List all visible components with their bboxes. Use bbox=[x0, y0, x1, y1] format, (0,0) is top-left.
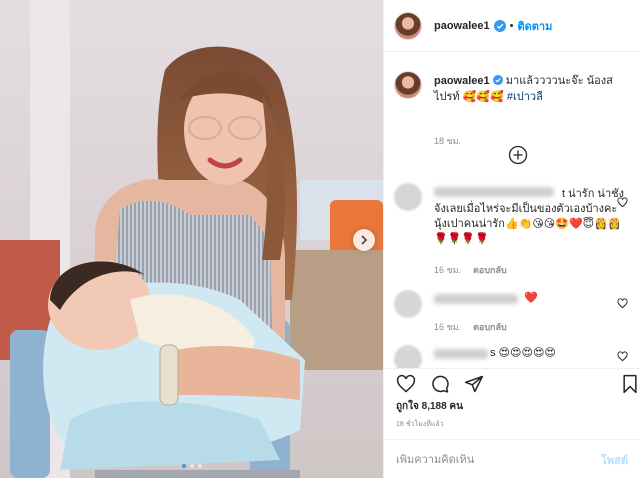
comment-text: ❤️ bbox=[524, 292, 538, 304]
post-sidebar: paowalee1 • ติดตาม paowalee1 มาแล้ววววนะ… bbox=[383, 0, 640, 478]
next-photo-button[interactable] bbox=[353, 229, 375, 251]
post-timestamp[interactable]: 18 ชั่วโมงที่แล้ว bbox=[396, 419, 444, 430]
commenter-avatar[interactable] bbox=[394, 345, 422, 368]
commenter-avatar[interactable] bbox=[394, 290, 422, 318]
comment-icon[interactable] bbox=[430, 374, 450, 394]
chevron-right-icon bbox=[361, 235, 368, 245]
caption-time: 18 ชม. bbox=[434, 136, 462, 146]
post-actions: ถูกใจ 8,188 คน 18 ชั่วโมงที่แล้ว โพสต์ bbox=[384, 368, 640, 478]
post-header: paowalee1 • ติดตาม bbox=[384, 0, 640, 52]
header-separator: • bbox=[509, 19, 514, 32]
action-icons bbox=[396, 374, 484, 394]
comment-time: 16 ชม. bbox=[434, 265, 462, 275]
comments-list[interactable]: paowalee1 มาแล้ววววนะจ๊ะ น้องสไปรท์ 🥰🥰🥰 … bbox=[384, 53, 640, 368]
heart-icon[interactable] bbox=[396, 374, 416, 394]
verified-badge-icon bbox=[493, 19, 506, 32]
post-photo[interactable] bbox=[0, 0, 383, 478]
add-comment-input[interactable] bbox=[396, 453, 601, 466]
comment-text: t น่ารัก น่าชังจังเลยเมื่อไหร่จะมีเป็นขอ… bbox=[434, 188, 624, 245]
caption-hashtag[interactable]: #เปาวลี bbox=[507, 91, 543, 103]
comment-time: 16 ชม. bbox=[434, 322, 462, 332]
verified-badge-icon bbox=[492, 75, 503, 85]
carousel-dot bbox=[181, 464, 186, 468]
add-comment-bar: โพสต์ bbox=[384, 439, 640, 479]
comment-item: ❤️ 16 ชม. ตอบกลับ bbox=[394, 290, 640, 340]
photo-image bbox=[0, 0, 383, 478]
author-avatar[interactable] bbox=[394, 11, 422, 40]
carousel-dot bbox=[189, 464, 194, 468]
comment-meta: 16 ชม. ตอบกลับ bbox=[434, 320, 507, 334]
caption-username[interactable]: paowalee1 bbox=[434, 75, 490, 87]
carousel-indicator bbox=[0, 464, 383, 468]
like-comment-heart-icon[interactable] bbox=[617, 197, 628, 208]
post-comment-button[interactable]: โพสต์ bbox=[601, 451, 628, 469]
follow-button[interactable]: ติดตาม bbox=[518, 17, 553, 35]
likes-count[interactable]: ถูกใจ 8,188 คน bbox=[396, 399, 463, 414]
reply-button[interactable]: ตอบกลับ bbox=[473, 320, 507, 334]
reply-button[interactable]: ตอบกลับ bbox=[473, 263, 507, 277]
save-button[interactable] bbox=[620, 374, 640, 399]
comment-item: t น่ารัก น่าชังจังเลยเมื่อไหร่จะมีเป็นขอ… bbox=[394, 183, 640, 283]
comment-meta: 16 ชม. ตอบกลับ bbox=[434, 263, 507, 277]
instagram-post: paowalee1 • ติดตาม paowalee1 มาแล้ววววนะ… bbox=[0, 0, 640, 478]
author-username[interactable]: paowalee1 bbox=[434, 20, 490, 32]
carousel-dot bbox=[197, 464, 202, 468]
share-icon[interactable] bbox=[464, 374, 484, 394]
comment-item: s 😍😍😍😍😍 bbox=[394, 345, 640, 368]
load-more-plus-icon[interactable] bbox=[508, 145, 528, 165]
bookmark-icon bbox=[623, 374, 637, 394]
caption-text-block: paowalee1 มาแล้ววววนะจ๊ะ น้องสไปรท์ 🥰🥰🥰 … bbox=[434, 73, 634, 105]
comment-text: s 😍😍😍😍😍 bbox=[490, 347, 556, 359]
like-comment-heart-icon[interactable] bbox=[617, 298, 628, 309]
caption-avatar[interactable] bbox=[394, 71, 422, 99]
like-comment-heart-icon[interactable] bbox=[617, 351, 628, 362]
commenter-avatar[interactable] bbox=[394, 183, 422, 211]
